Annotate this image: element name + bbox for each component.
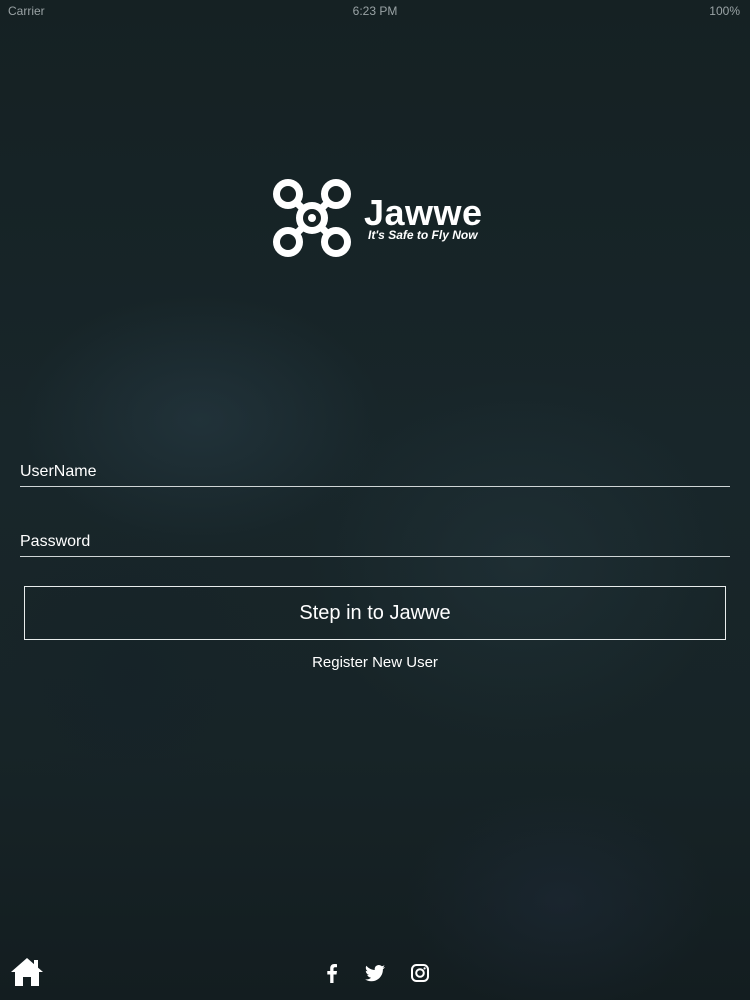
brand-logo: Jawwe It's Safe to Fly Now [272,178,492,260]
status-time: 6:23 PM [352,4,398,18]
status-battery: 100% [709,4,740,18]
instagram-icon[interactable] [409,962,431,984]
register-new-user-link[interactable]: Register New User [0,654,750,671]
brand-tagline: It's Safe to Fly Now [368,228,478,242]
password-input[interactable] [20,530,730,554]
home-icon[interactable] [10,956,44,988]
step-in-button[interactable]: Step in to Jawwe [24,586,726,640]
facebook-icon[interactable] [321,962,343,984]
password-field-container [20,530,730,557]
username-input[interactable] [20,460,730,484]
background-image [0,0,750,1000]
username-field-container [20,460,730,487]
status-bar: Carrier 6:23 PM 100% [0,0,750,22]
twitter-icon[interactable] [364,962,386,984]
drone-icon [273,179,351,257]
